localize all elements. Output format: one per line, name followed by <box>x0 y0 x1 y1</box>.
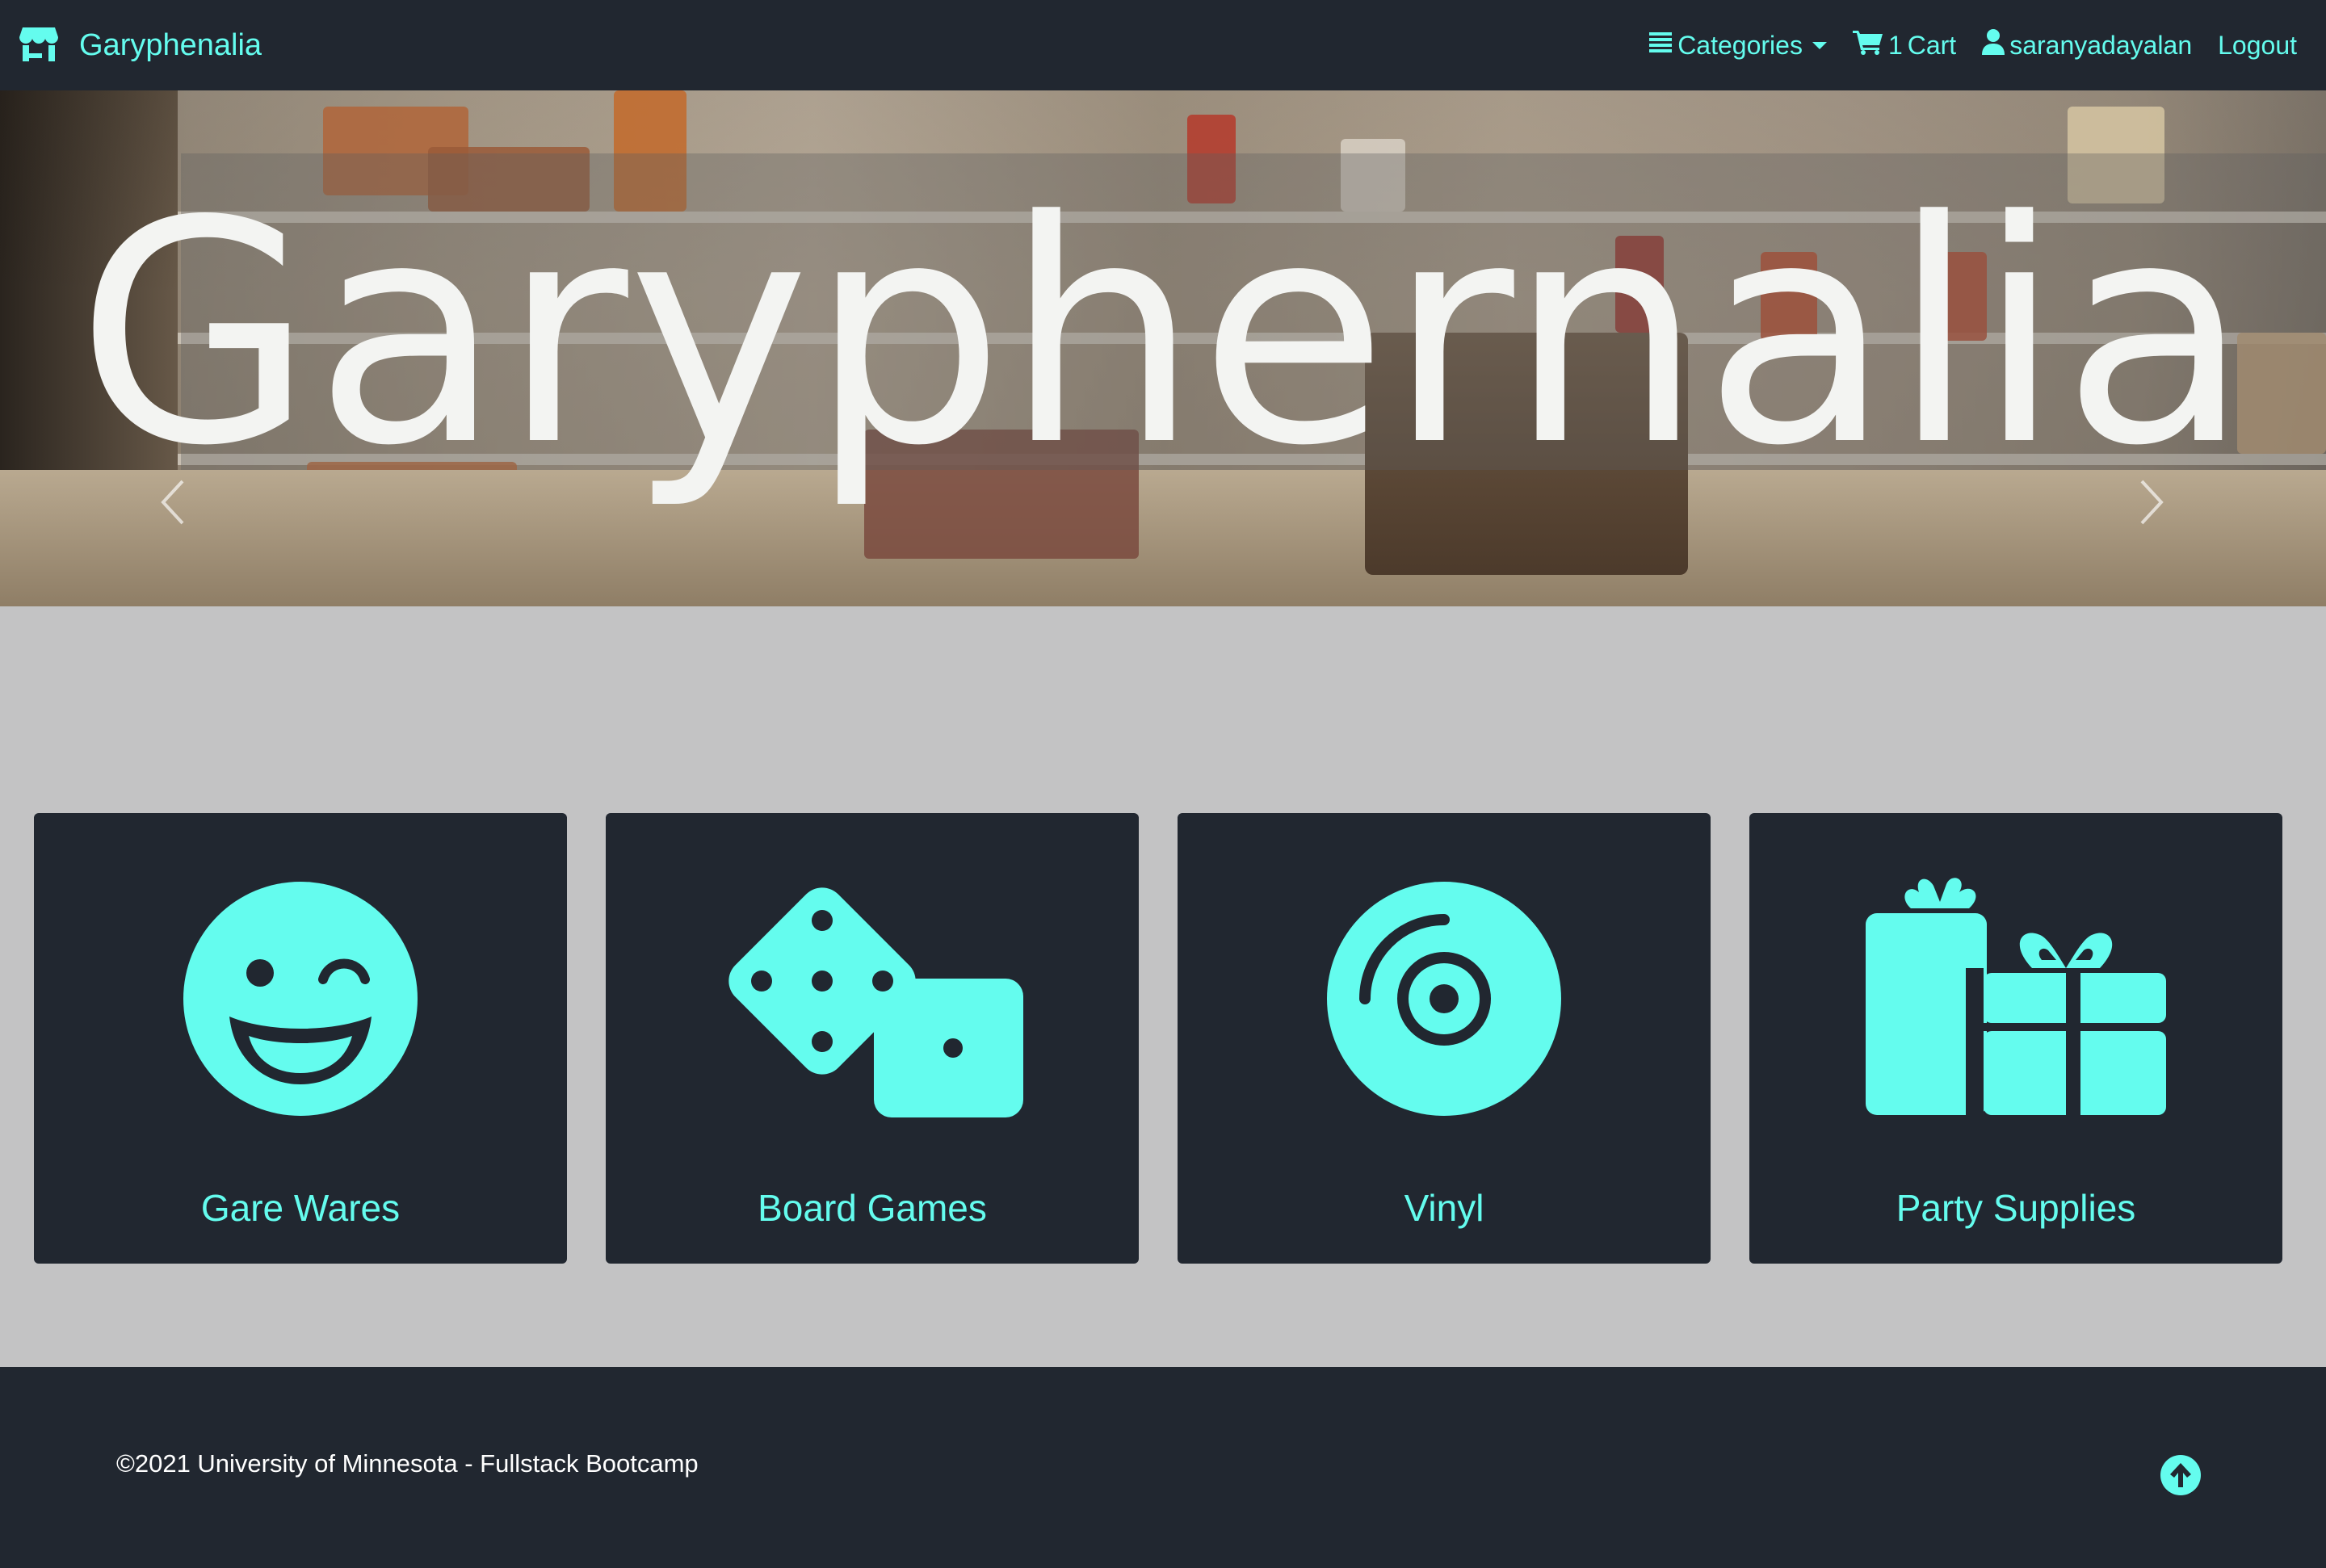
user-icon <box>1982 29 2005 61</box>
card-label: Vinyl <box>1404 1187 1484 1229</box>
username: saranyadayalan <box>2009 30 2193 60</box>
brand-link[interactable]: Garyphenalia <box>19 0 262 90</box>
grin-wink-icon <box>34 878 567 1120</box>
card-label: Party Supplies <box>1896 1187 2136 1229</box>
dice-icon <box>606 878 1139 1120</box>
cart-link[interactable]: 1 Cart <box>1852 29 1957 61</box>
arrow-circle-up-icon <box>2160 1455 2201 1495</box>
caret-down-icon <box>1812 41 1827 49</box>
card-label: Gare Wares <box>200 1187 401 1229</box>
card-vinyl[interactable]: Vinyl <box>1178 813 1711 1264</box>
store-icon <box>19 26 58 65</box>
carousel-prev-button[interactable] <box>158 478 191 526</box>
categories-dropdown[interactable]: Categories <box>1648 30 1827 61</box>
compact-disc-icon <box>1178 878 1711 1120</box>
footer: ©2021 University of Minnesota - Fullstac… <box>0 1367 2326 1568</box>
hero-title: Garyphernalia <box>76 155 2250 513</box>
navbar: Garyphenalia Categories 1 Cart saranyada… <box>0 0 2326 90</box>
shopping-cart-icon <box>1852 29 1883 61</box>
cart-label: Cart <box>1907 30 1957 60</box>
footer-copyright: ©2021 University of Minnesota - Fullstac… <box>116 1449 699 1478</box>
cart-count: 1 <box>1887 30 1903 60</box>
chevron-left-icon <box>161 480 184 525</box>
card-gare-wares[interactable]: Gare Wares <box>34 813 567 1264</box>
user-link[interactable]: saranyadayalan <box>1982 29 2192 61</box>
categories-label: Categories <box>1677 30 1803 60</box>
carousel-next-button[interactable] <box>2139 478 2171 526</box>
card-party-supplies[interactable]: Party Supplies <box>1749 813 2282 1264</box>
card-label: Board Games <box>758 1187 987 1229</box>
scroll-to-top-button[interactable] <box>2160 1455 2201 1495</box>
logout-link[interactable]: Logout <box>2218 31 2297 61</box>
category-cards: Gare Wares Board Games Vinyl Party Suppl… <box>34 813 2282 1264</box>
nav-right: Categories 1 Cart saranyadayalan Logout <box>1648 0 2297 90</box>
chevron-right-icon <box>2140 480 2164 525</box>
brand-name: Garyphenalia <box>79 27 262 62</box>
list-icon <box>1648 30 1673 61</box>
gifts-icon <box>1749 878 2282 1120</box>
card-board-games[interactable]: Board Games <box>606 813 1139 1264</box>
hero-carousel: Garyphernalia <box>0 90 2326 606</box>
